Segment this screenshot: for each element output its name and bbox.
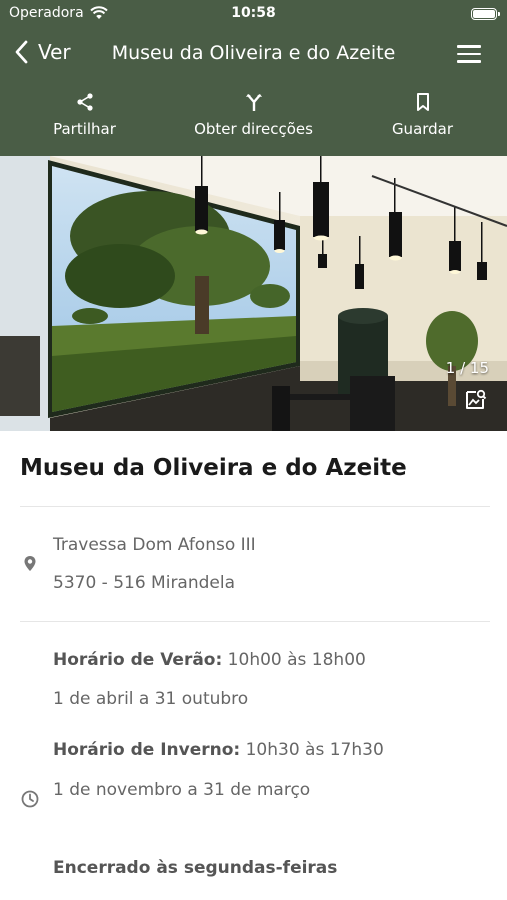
photo-gallery[interactable]: 1 / 15 [0, 156, 507, 431]
gallery-expand-icon[interactable] [463, 388, 487, 412]
photo-counter: 1 / 15 [445, 359, 489, 377]
summer-dates: 1 de abril a 31 outubro [53, 689, 249, 709]
address-line-1[interactable]: Travessa Dom Afonso III [53, 535, 256, 555]
summer-hours-time: 10h00 às 18h00 [222, 650, 366, 670]
place-name: Museu da Oliveira e do Azeite [20, 455, 407, 481]
location-pin-icon [24, 556, 36, 571]
menu-icon[interactable] [457, 45, 481, 63]
share-icon [76, 93, 93, 111]
save-button[interactable]: Guardar [338, 78, 507, 156]
closed-notice-text: Encerrado às segundas-feiras [53, 858, 338, 878]
share-label: Partilhar [53, 120, 116, 138]
directions-label: Obter direcções [194, 120, 313, 138]
address-line-2[interactable]: 5370 - 516 Mirandela [53, 573, 235, 593]
navigation-bar: Ver Museu da Oliveira e do Azeite [0, 30, 507, 78]
status-bar: Operadora 10:58 [0, 0, 507, 30]
directions-button[interactable]: Obter direcções [169, 78, 338, 156]
summer-hours-label: Horário de Verão: [53, 650, 223, 670]
bookmark-icon [416, 93, 429, 111]
page-title: Museu da Oliveira e do Azeite [111, 42, 396, 64]
battery-icon [471, 8, 500, 20]
winter-hours: Horário de Inverno: 10h30 às 17h30 [53, 740, 384, 760]
clock: 10:58 [231, 5, 276, 21]
closed-notice: Encerrado às segundas-feiras [53, 858, 337, 878]
museum-photo [0, 156, 507, 431]
divider [20, 506, 490, 507]
winter-hours-time: 10h30 às 17h30 [240, 740, 384, 760]
summer-hours: Horário de Verão: 10h00 às 18h00 [53, 650, 366, 670]
winter-dates: 1 de novembro a 31 de março [53, 780, 311, 800]
clock-icon [21, 790, 39, 808]
directions-icon [245, 94, 262, 111]
divider [20, 621, 490, 622]
save-label: Guardar [391, 120, 454, 138]
share-button[interactable]: Partilhar [0, 78, 169, 156]
action-bar: Partilhar Obter direcções Guardar [0, 78, 507, 156]
winter-hours-label: Horário de Inverno: [53, 740, 241, 760]
